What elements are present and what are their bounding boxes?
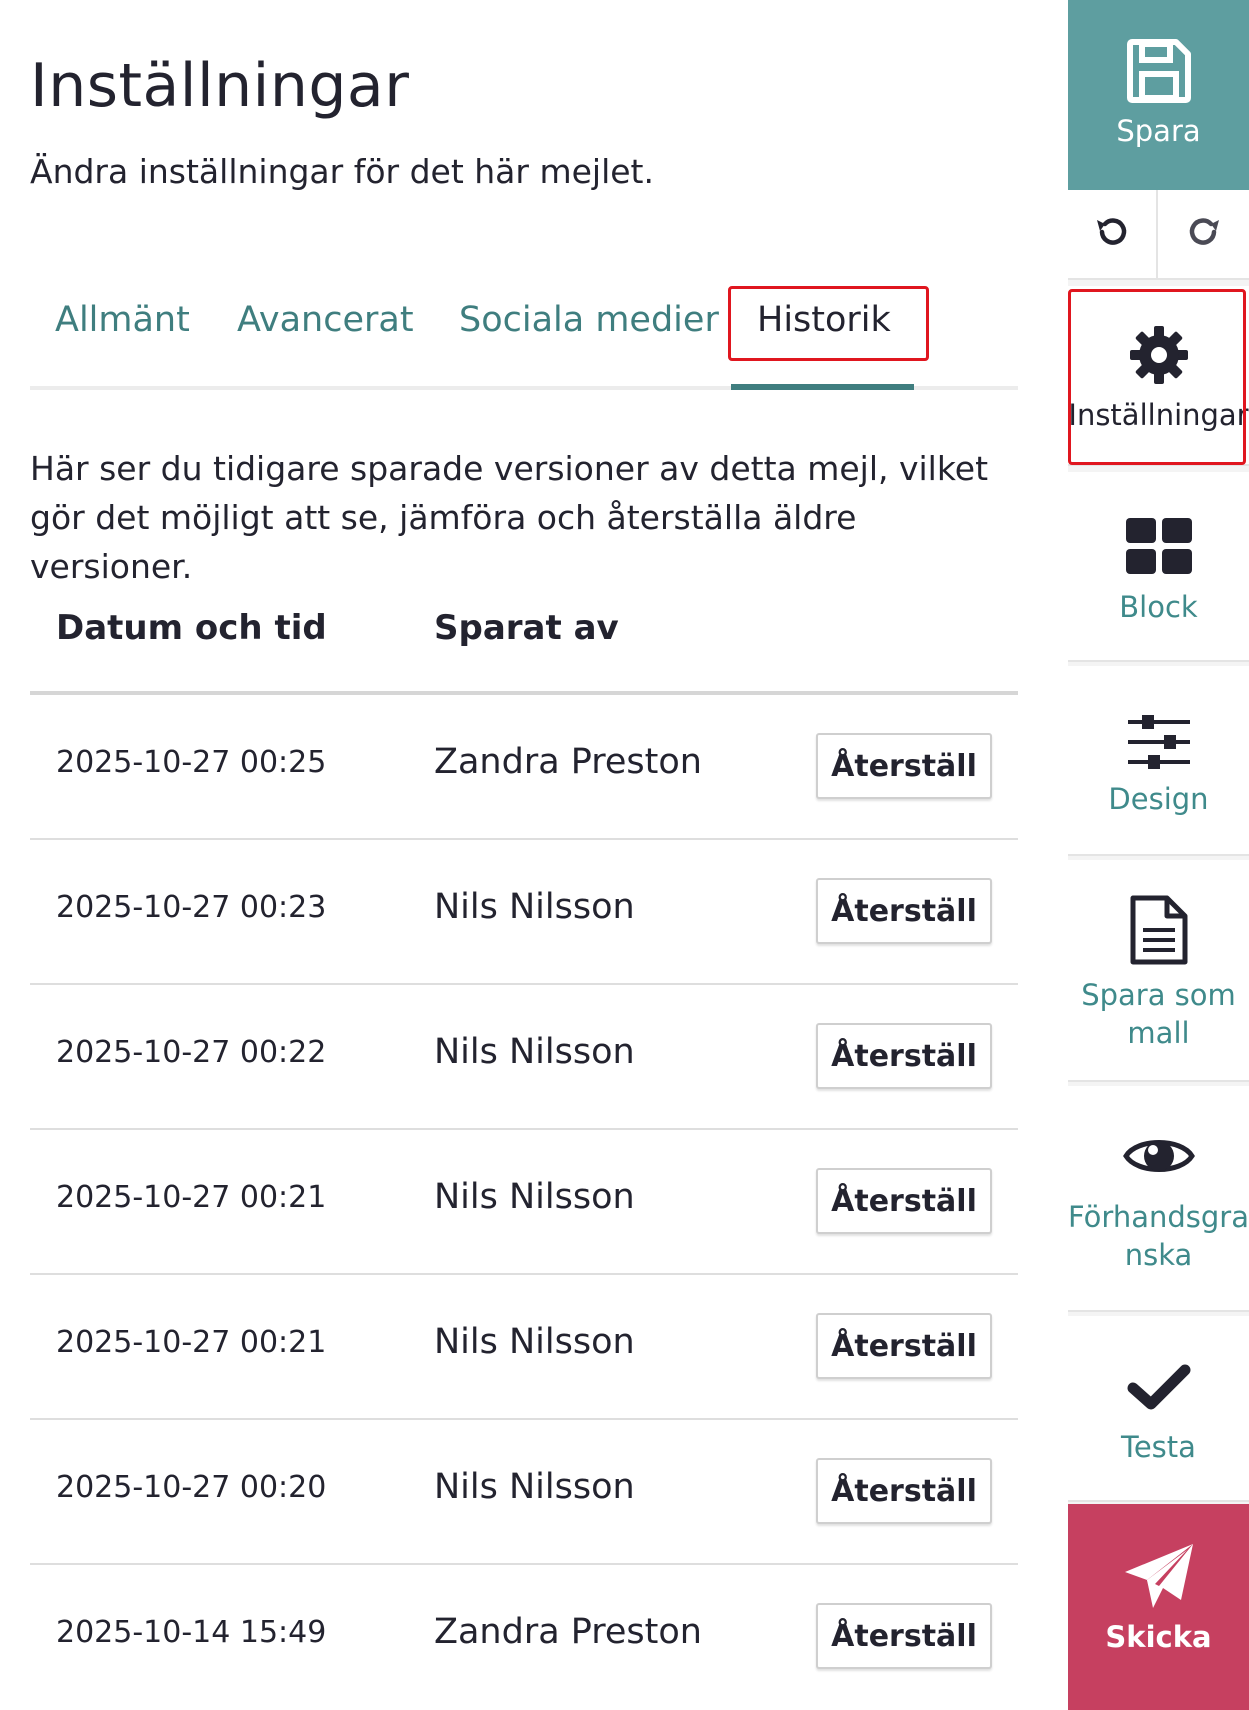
checkmark-icon: [1068, 1362, 1249, 1412]
column-header-date: Datum och tid: [56, 608, 327, 648]
tab-sociala-medier[interactable]: Sociala medier: [459, 300, 719, 340]
eye-icon: [1068, 1132, 1249, 1180]
document-icon: [1068, 894, 1249, 966]
row-date: 2025-10-27 00:20: [56, 1470, 327, 1505]
table-row: 2025-10-27 00:21 Nils Nilsson Återställ: [30, 1275, 1018, 1420]
save-button[interactable]: Spara: [1068, 0, 1249, 190]
restore-button[interactable]: Återställ: [816, 733, 992, 799]
row-date: 2025-10-27 00:21: [56, 1325, 327, 1360]
redo-button[interactable]: [1159, 190, 1249, 278]
row-saved-by: Nils Nilsson: [434, 1177, 635, 1217]
preview-label-line2: nska: [1124, 1238, 1193, 1272]
history-description: Här ser du tidigare sparade versioner av…: [30, 449, 989, 586]
table-header: Datum och tid Sparat av: [30, 580, 1018, 695]
row-date: 2025-10-27 00:22: [56, 1035, 327, 1070]
row-date: 2025-10-27 00:23: [56, 890, 327, 925]
tab-avancerat[interactable]: Avancerat: [237, 300, 414, 340]
save-as-template-label-line2: mall: [1127, 1016, 1190, 1050]
column-header-saved-by: Sparat av: [434, 608, 619, 648]
sidebar-item-save-as-template[interactable]: Spara som mall: [1068, 860, 1249, 1082]
send-button[interactable]: Skicka: [1068, 1504, 1249, 1710]
paper-plane-icon: [1068, 1542, 1249, 1614]
design-label: Design: [1108, 782, 1209, 816]
row-saved-by: Zandra Preston: [434, 1612, 702, 1652]
restore-button[interactable]: Återställ: [816, 878, 992, 944]
sidebar-item-test[interactable]: Testa: [1068, 1316, 1249, 1502]
sliders-icon: [1068, 714, 1249, 770]
row-saved-by: Nils Nilsson: [434, 1032, 635, 1072]
row-date: 2025-10-27 00:21: [56, 1180, 327, 1215]
restore-button[interactable]: Återställ: [816, 1023, 992, 1089]
restore-button[interactable]: Återställ: [816, 1458, 992, 1524]
history-table: Datum och tid Sparat av 2025-10-27 00:25…: [30, 580, 1018, 1710]
active-tab-indicator: [731, 384, 914, 390]
row-saved-by: Nils Nilsson: [434, 1322, 635, 1362]
row-saved-by: Zandra Preston: [434, 742, 702, 782]
tab-allmant[interactable]: Allmänt: [55, 300, 190, 340]
sidebar-item-settings[interactable]: Inställningar: [1068, 286, 1249, 466]
sidebar-item-block[interactable]: Block: [1068, 472, 1249, 662]
undo-redo-group: [1068, 190, 1249, 280]
save-icon: [1068, 38, 1249, 104]
test-label: Testa: [1121, 1430, 1196, 1464]
sidebar-item-design[interactable]: Design: [1068, 666, 1249, 856]
row-saved-by: Nils Nilsson: [434, 887, 635, 927]
row-date: 2025-10-27 00:25: [56, 745, 327, 780]
gear-icon: [1068, 324, 1249, 386]
table-row: 2025-10-27 00:25 Zandra Preston Återstäl…: [30, 695, 1018, 840]
undo-button[interactable]: [1068, 190, 1158, 278]
redo-icon: [1186, 214, 1222, 254]
table-row: 2025-10-27 00:20 Nils Nilsson Återställ: [30, 1420, 1018, 1565]
table-row: 2025-10-27 00:23 Nils Nilsson Återställ: [30, 840, 1018, 985]
save-label: Spara: [1116, 114, 1201, 148]
table-row: 2025-10-27 00:21 Nils Nilsson Återställ: [30, 1130, 1018, 1275]
send-label: Skicka: [1105, 1620, 1212, 1654]
table-row: 2025-10-27 00:22 Nils Nilsson Återställ: [30, 985, 1018, 1130]
row-date: 2025-10-14 15:49: [56, 1615, 327, 1650]
row-saved-by: Nils Nilsson: [434, 1467, 635, 1507]
tab-historik[interactable]: Historik: [757, 300, 891, 340]
grid-icon: [1068, 518, 1249, 574]
restore-button[interactable]: Återställ: [816, 1313, 992, 1379]
settings-label: Inställningar: [1068, 398, 1249, 432]
undo-icon: [1094, 214, 1130, 254]
block-label: Block: [1119, 590, 1198, 624]
editor-sidebar: Spara Inställningar Block Design Spara s…: [1068, 0, 1249, 1710]
page-subtitle: Ändra inställningar för det här mejlet.: [30, 152, 654, 191]
restore-button[interactable]: Återställ: [816, 1603, 992, 1669]
preview-label-line1: Förhandsgra: [1068, 1200, 1249, 1234]
save-as-template-label-line1: Spara som: [1081, 978, 1236, 1012]
settings-panel: Inställningar Ändra inställningar för de…: [0, 0, 1068, 1710]
page-title: Inställningar: [30, 51, 410, 121]
restore-button[interactable]: Återställ: [816, 1168, 992, 1234]
sidebar-item-preview[interactable]: Förhandsgra nska: [1068, 1086, 1249, 1312]
table-row: 2025-10-14 15:49 Zandra Preston Återstäl…: [30, 1565, 1018, 1710]
